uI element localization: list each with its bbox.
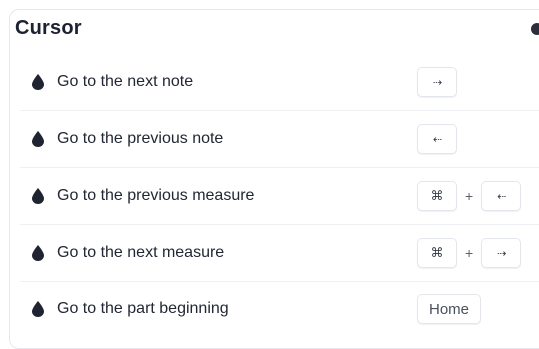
arrow-right-key: ⇢ [417,67,457,97]
key-joiner: + [465,245,474,261]
shortcut-row-previous-measure: Go to the previous measure ⌘ + ⇠ [20,168,539,225]
droplet-icon [32,74,44,90]
shortcut-keys: ⌘ + ⇢ [417,238,522,268]
droplet-icon [32,188,44,204]
shortcut-label: Go to the previous note [57,130,224,147]
arrow-left-icon: ⇠ [432,132,442,146]
command-icon: ⌘ [430,245,444,260]
arrow-right-icon: ⇢ [432,75,442,89]
droplet-icon [32,301,44,317]
arrow-left-icon: ⇠ [497,189,506,203]
arrow-right-icon: ⇢ [497,246,506,260]
command-icon: ⌘ [430,188,444,203]
droplet-icon [32,245,44,261]
command-key: ⌘ [417,238,457,268]
shortcut-label: Go to the part beginning [57,300,229,317]
key-joiner: + [465,188,474,204]
shortcut-label: Go to the previous measure [57,187,255,204]
home-key: Home [417,294,482,324]
command-key: ⌘ [417,181,457,211]
shortcut-label: Go to the next measure [57,244,225,261]
shortcut-keys: ⇢ [417,67,457,97]
arrow-left-key: ⇠ [481,181,522,211]
panel-corner-dot [531,23,539,35]
shortcut-keys: Home [417,294,482,324]
section-title: Cursor [15,17,82,39]
arrow-left-key: ⇠ [417,124,457,154]
shortcut-row-next-note: Go to the next note ⇢ [20,54,539,111]
shortcut-row-previous-note: Go to the previous note ⇠ [20,111,539,168]
arrow-right-key: ⇢ [481,238,522,268]
shortcut-label: Go to the next note [57,73,194,90]
shortcut-keys: ⌘ + ⇠ [417,181,522,211]
droplet-icon [32,131,44,147]
shortcut-keys: ⇠ [417,124,457,154]
shortcut-row-next-measure: Go to the next measure ⌘ + ⇢ [20,225,539,282]
